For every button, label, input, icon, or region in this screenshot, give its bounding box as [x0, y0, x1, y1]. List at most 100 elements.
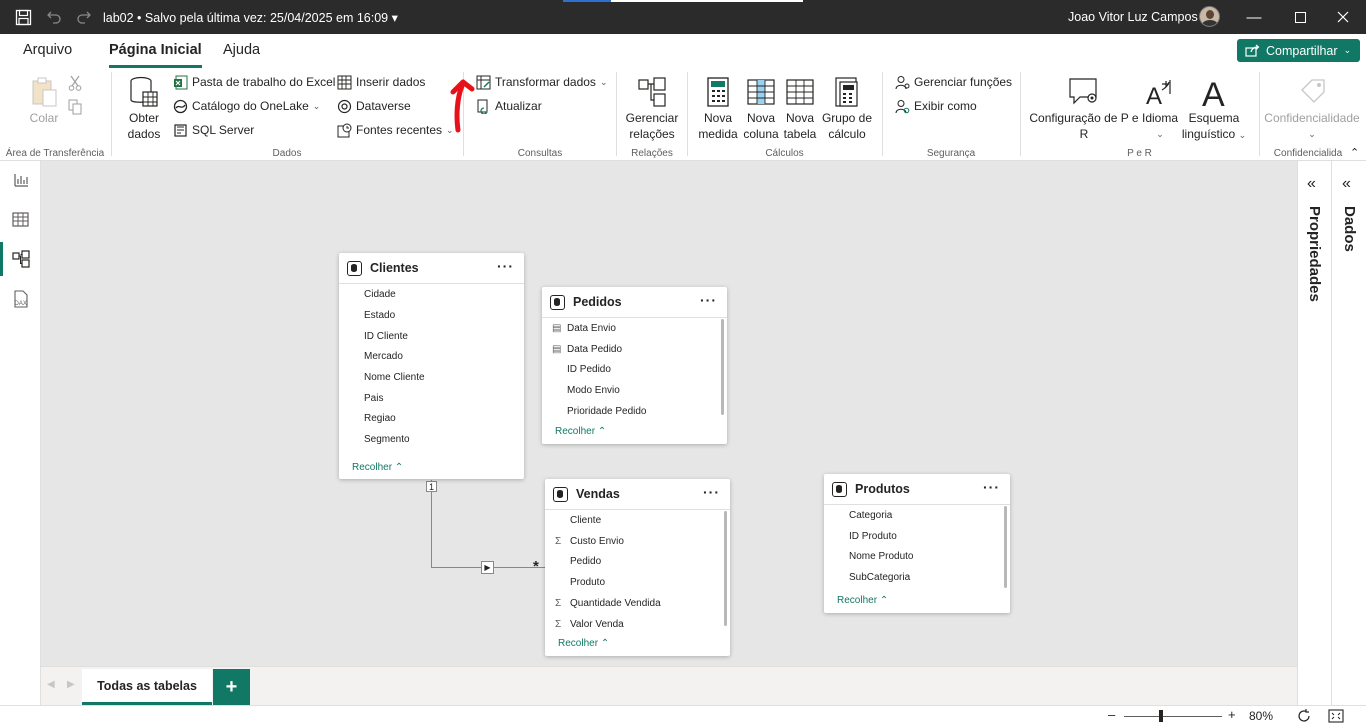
relationship-line[interactable]	[431, 480, 432, 568]
table-card-clientes[interactable]: Clientes ··· Cidade Estado ID Cliente Me…	[339, 253, 524, 479]
field-item[interactable]: Nome Produto	[849, 547, 913, 567]
table-card-produtos[interactable]: Produtos ··· Categoria ID Produto Nome P…	[824, 474, 1010, 613]
field-item[interactable]: Modo Envio	[567, 381, 620, 401]
zoom-in-button[interactable]: +	[1228, 707, 1236, 722]
field-item[interactable]: Produto	[570, 573, 605, 593]
maximize-button[interactable]	[1277, 0, 1323, 34]
scrollbar[interactable]	[1004, 506, 1007, 588]
field-item[interactable]: Segmento	[364, 430, 410, 450]
new-column-button[interactable]: Nova coluna	[741, 76, 781, 142]
field-item[interactable]: Data Envio	[567, 319, 616, 339]
add-page-button[interactable]: +	[213, 669, 250, 705]
paste-button[interactable]: Colar	[28, 76, 60, 126]
tab-arquivo[interactable]: Arquivo	[23, 42, 72, 58]
dataverse-button[interactable]: Dataverse	[337, 96, 411, 116]
table-card-header[interactable]: Clientes ···	[339, 253, 524, 284]
report-view-button[interactable]	[0, 161, 41, 199]
field-item[interactable]: ID Pedido	[567, 360, 611, 380]
close-button[interactable]	[1320, 0, 1366, 34]
relationship-direction-icon[interactable]: ▶	[481, 561, 494, 574]
field-item[interactable]: Cliente	[570, 511, 601, 531]
field-item[interactable]: Data Pedido	[567, 340, 622, 360]
field-item[interactable]: Pedido	[570, 552, 601, 572]
collapse-link[interactable]: Recolher ⌃	[352, 462, 403, 473]
zoom-slider-thumb[interactable]	[1159, 710, 1163, 722]
data-pane[interactable]: « Dados	[1333, 161, 1366, 705]
dax-query-view-button[interactable]: DAX	[0, 280, 41, 318]
insert-data-button[interactable]: Inserir dados	[337, 72, 425, 92]
field-item[interactable]: Categoria	[849, 506, 892, 526]
new-table-button[interactable]: Nova tabela	[782, 76, 818, 142]
expand-left-icon[interactable]: «	[1342, 175, 1351, 193]
table-card-header[interactable]: Vendas ···	[545, 479, 730, 510]
model-view-button[interactable]	[0, 240, 41, 278]
refresh-button[interactable]: Atualizar	[476, 96, 542, 116]
more-options-icon[interactable]: ···	[497, 258, 514, 274]
get-data-button[interactable]: Obter dados	[118, 76, 170, 142]
collapse-ribbon-icon[interactable]: ⌃	[1350, 146, 1359, 159]
field-item[interactable]: Mercado	[364, 347, 403, 367]
field-item[interactable]: Cidade	[364, 285, 396, 305]
more-options-icon[interactable]: ···	[700, 292, 717, 308]
collapse-link[interactable]: Recolher ⌃	[837, 595, 888, 606]
transform-data-button[interactable]: Transformar dados ⌄	[476, 72, 607, 92]
zoom-slider[interactable]	[1124, 716, 1222, 717]
collapse-link[interactable]: Recolher ⌃	[558, 638, 609, 649]
field-item[interactable]: Custo Envio	[570, 532, 624, 552]
tab-todas-as-tabelas[interactable]: Todas as tabelas	[82, 669, 212, 705]
qa-setup-button[interactable]: Configuração de P e R	[1028, 76, 1140, 142]
table-card-vendas[interactable]: Vendas ··· Cliente Σ Custo Envio Pedido …	[545, 479, 730, 656]
chevron-down-icon[interactable]: ⌄	[1344, 45, 1352, 56]
sql-server-button[interactable]: SQL Server	[173, 120, 254, 140]
scrollbar[interactable]	[724, 511, 727, 626]
field-item[interactable]: Prioridade Pedido	[567, 402, 647, 422]
save-icon[interactable]	[15, 0, 32, 34]
manage-relationships-button[interactable]: Gerenciar relações	[622, 76, 682, 142]
linguistic-schema-button[interactable]: A Esquema linguístico ⌄	[1180, 76, 1248, 143]
field-item[interactable]: ID Produto	[849, 527, 897, 547]
properties-pane[interactable]: « Propriedades	[1298, 161, 1332, 705]
excel-workbook-button[interactable]: Pasta de trabalho do Excel	[173, 72, 335, 92]
collapse-link[interactable]: Recolher ⌃	[555, 426, 606, 437]
calculation-group-button[interactable]: Grupo de cálculo	[820, 76, 874, 142]
minimize-button[interactable]: —	[1231, 0, 1277, 34]
scrollbar[interactable]	[721, 319, 724, 415]
language-button[interactable]: A Idioma ⌄	[1140, 76, 1180, 142]
previous-page-icon[interactable]: ◀	[47, 679, 55, 690]
more-options-icon[interactable]: ···	[983, 479, 1000, 495]
field-item[interactable]: SubCategoria	[849, 568, 910, 588]
document-title[interactable]: lab02 • Salvo pela última vez: 25/04/202…	[103, 0, 398, 34]
avatar[interactable]	[1199, 6, 1220, 27]
field-item[interactable]: ID Cliente	[364, 327, 408, 347]
sensitivity-button[interactable]: Confidencialidade ⌄	[1264, 76, 1360, 142]
next-page-icon[interactable]: ▶	[67, 679, 75, 690]
recent-sources-button[interactable]: Fontes recentes ⌄	[337, 120, 454, 140]
field-item[interactable]: Valor Venda	[570, 615, 624, 635]
field-item[interactable]: Quantidade Vendida	[570, 594, 661, 614]
field-item[interactable]: Pais	[364, 389, 383, 409]
table-view-button[interactable]	[0, 200, 41, 238]
new-measure-button[interactable]: Nova medida	[697, 76, 739, 142]
more-options-icon[interactable]: ···	[703, 484, 720, 500]
undo-icon[interactable]	[46, 0, 62, 34]
table-card-header[interactable]: Pedidos ···	[542, 287, 727, 318]
onelake-catalog-button[interactable]: Catálogo do OneLake ⌄	[173, 96, 320, 116]
tab-pagina-inicial[interactable]: Página Inicial	[109, 42, 202, 68]
tab-ajuda[interactable]: Ajuda	[223, 42, 260, 58]
copy-button[interactable]	[68, 97, 82, 117]
zoom-out-button[interactable]: –	[1108, 707, 1115, 722]
field-item[interactable]: Estado	[364, 306, 395, 326]
expand-left-icon[interactable]: «	[1307, 175, 1316, 193]
cut-button[interactable]	[68, 73, 82, 93]
table-card-pedidos[interactable]: Pedidos ··· ▤ Data Envio ▤ Data Pedido I…	[542, 287, 727, 444]
table-card-header[interactable]: Produtos ···	[824, 474, 1010, 505]
field-item[interactable]: Nome Cliente	[364, 368, 425, 388]
user-name[interactable]: Joao Vitor Luz Campos	[1068, 0, 1198, 34]
field-item[interactable]: Regiao	[364, 409, 396, 429]
view-as-button[interactable]: Exibir como	[895, 96, 977, 116]
manage-roles-button[interactable]: Gerenciar funções	[895, 72, 1012, 92]
fit-to-screen-icon[interactable]	[1328, 709, 1344, 725]
share-button[interactable]: Compartilhar ⌄	[1237, 39, 1360, 62]
redo-icon[interactable]	[76, 0, 92, 34]
reset-layout-icon[interactable]	[1296, 708, 1312, 725]
